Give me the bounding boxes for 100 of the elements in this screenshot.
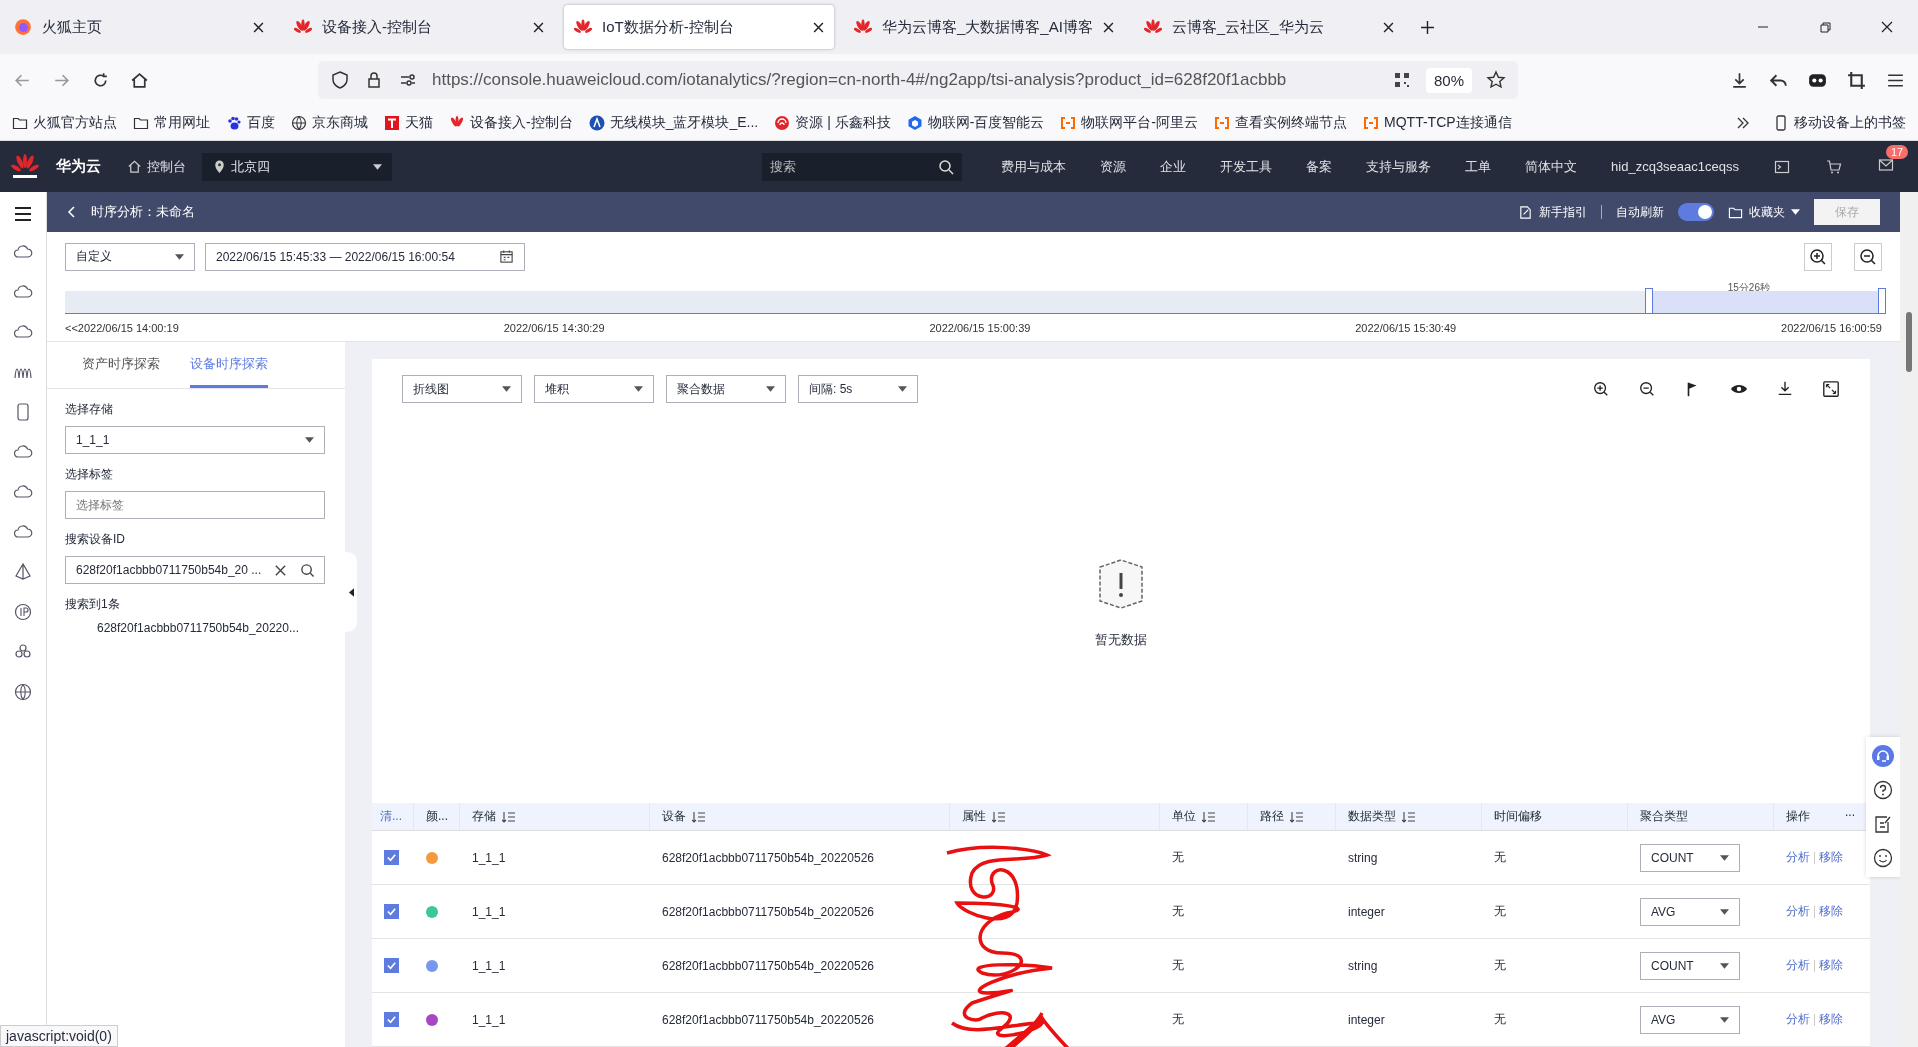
action-link[interactable]: 移除 — [1819, 957, 1843, 974]
bookmark[interactable]: 无线模块_蓝牙模块_E... — [588, 114, 759, 132]
download-icon[interactable] — [1776, 380, 1794, 398]
bookmark[interactable]: 资源 | 乐鑫科技 — [774, 114, 891, 132]
column-header[interactable]: 属性 — [950, 803, 1160, 830]
search-icon[interactable] — [300, 562, 316, 578]
browser-tab[interactable]: 华为云博客_大数据博客_AI博客 — [844, 5, 1124, 49]
nav-link[interactable]: 工单 — [1465, 157, 1492, 176]
column-header[interactable]: 单位 — [1160, 803, 1248, 830]
bookmark[interactable]: 物联网平台-阿里云 — [1060, 114, 1199, 132]
bookmark[interactable]: 火狐官方站点 — [12, 114, 117, 132]
zoom-level-badge[interactable]: 80% — [1425, 67, 1472, 93]
browser-tab[interactable]: IoT数据分析-控制台 — [564, 5, 834, 49]
panel-tab[interactable]: 资产时序探索 — [82, 355, 160, 388]
bookmark[interactable]: 设备接入-控制台 — [449, 114, 573, 132]
new-tab-icon[interactable] — [1419, 19, 1435, 35]
date-range-field[interactable]: 2022/06/15 15:45:33 — 2022/06/15 16:00:54 — [205, 242, 525, 271]
close-icon[interactable] — [1880, 20, 1894, 34]
bookmark[interactable]: 物联网-百度智能云 — [906, 114, 1045, 132]
nav-link[interactable]: 支持与服务 — [1366, 157, 1432, 176]
column-header[interactable]: 清... — [372, 803, 414, 830]
cart-icon[interactable] — [1826, 158, 1842, 175]
zoom-out-icon[interactable] — [1854, 242, 1882, 271]
collapse-handle[interactable] — [345, 552, 357, 632]
brand-name[interactable]: 华为云 — [56, 157, 101, 176]
guide-link[interactable]: 新手指引 — [1518, 203, 1587, 221]
globe-icon[interactable] — [13, 682, 33, 702]
close-icon[interactable] — [1382, 21, 1394, 33]
mail-icon[interactable] — [1878, 157, 1894, 173]
headset-icon[interactable] — [1872, 745, 1894, 767]
nav-link[interactable]: 费用与成本 — [1001, 157, 1067, 176]
aggregation-select[interactable]: AVG — [1640, 897, 1740, 926]
zoom-in-icon[interactable] — [1804, 242, 1832, 271]
more-options[interactable]: ... — [1845, 805, 1855, 819]
panel-tab[interactable]: 设备时序探索 — [190, 355, 268, 388]
zoom-out-icon[interactable] — [1638, 380, 1656, 398]
bookmark[interactable]: 天猫 — [384, 114, 433, 132]
action-link[interactable]: 分析 — [1786, 957, 1810, 974]
terminal-icon[interactable] — [1774, 158, 1790, 175]
sort-icon[interactable] — [1402, 810, 1416, 823]
ip-circle-icon[interactable] — [13, 602, 33, 622]
action-link[interactable]: 分析 — [1786, 903, 1810, 920]
chart-option-select[interactable]: 堆积 — [534, 375, 654, 403]
close-icon[interactable] — [813, 21, 824, 33]
fullscreen-icon[interactable] — [1822, 380, 1840, 398]
device-result-item[interactable]: 628f20f1acbbb0711750b54b_20220... — [65, 621, 299, 635]
row-checkbox[interactable] — [384, 904, 399, 919]
nav-link[interactable]: 企业 — [1160, 157, 1187, 176]
bookmark[interactable]: 常用网址 — [133, 114, 210, 132]
chart-option-select[interactable]: 折线图 — [402, 375, 522, 403]
help-icon[interactable] — [1872, 779, 1894, 801]
bookmark[interactable]: 查看实例终端节点 — [1214, 114, 1348, 132]
device-search-field[interactable]: 628f20f1acbbb0711750b54b_20 ... — [65, 556, 325, 584]
menu-icon[interactable] — [13, 204, 33, 224]
sort-icon[interactable] — [502, 810, 516, 823]
favorites-menu[interactable]: 收藏夹 — [1728, 203, 1800, 221]
column-header[interactable]: 设备 — [650, 803, 950, 830]
column-header[interactable]: 时间偏移 — [1482, 803, 1628, 830]
bookmark[interactable]: MQTT-TCP连接通信 — [1363, 114, 1512, 132]
region-select[interactable]: 北京四 — [202, 152, 392, 181]
aggregation-select[interactable]: COUNT — [1640, 843, 1740, 872]
nav-link[interactable]: 开发工具 — [1220, 157, 1273, 176]
column-header[interactable]: 数据类型 — [1336, 803, 1482, 830]
action-link[interactable]: 移除 — [1819, 849, 1843, 866]
aggregation-select[interactable]: COUNT — [1640, 951, 1740, 980]
column-header[interactable]: 聚合类型 — [1628, 803, 1774, 830]
row-checkbox[interactable] — [384, 958, 399, 973]
browser-tab[interactable]: 火狐主页 — [4, 5, 274, 49]
column-header[interactable]: 存储 — [460, 803, 650, 830]
tent-icon[interactable] — [13, 562, 33, 582]
browser-tab[interactable]: 云博客_云社区_华为云 — [1133, 5, 1404, 49]
action-link[interactable]: 移除 — [1819, 1011, 1843, 1028]
tag-input-field[interactable]: 选择标签 — [65, 491, 325, 519]
chart-option-select[interactable]: 间隔: 5s — [798, 375, 918, 403]
crop-icon[interactable] — [1846, 69, 1867, 91]
chevrons-icon[interactable] — [1735, 115, 1751, 131]
auto-refresh-toggle[interactable] — [1678, 203, 1714, 221]
nav-link[interactable]: hid_zcq3seaac1ceqss — [1611, 159, 1739, 174]
nav-link[interactable]: 资源 — [1100, 157, 1127, 176]
bookmark[interactable]: 京东商城 — [291, 114, 368, 132]
close-icon[interactable] — [1102, 21, 1114, 33]
column-header[interactable]: 颜... — [414, 803, 460, 830]
sort-icon[interactable] — [1202, 810, 1216, 823]
row-checkbox[interactable] — [384, 1012, 399, 1027]
action-link[interactable]: 分析 — [1786, 1011, 1810, 1028]
sort-icon[interactable] — [692, 810, 706, 823]
search-field[interactable]: 搜索 — [762, 152, 963, 181]
column-header[interactable]: 路径 — [1248, 803, 1336, 830]
row-checkbox[interactable] — [384, 850, 399, 865]
browser-tab[interactable]: 设备接入-控制台 — [284, 5, 554, 49]
time-mode-select[interactable]: 自定义 — [65, 242, 195, 271]
console-link[interactable]: 控制台 — [127, 157, 186, 176]
storage-select[interactable]: 1_1_1 — [65, 426, 325, 454]
action-link[interactable]: 分析 — [1786, 849, 1810, 866]
nav-link[interactable]: 简体中文 — [1525, 157, 1578, 176]
sort-icon[interactable] — [1290, 810, 1304, 823]
action-link[interactable]: 移除 — [1819, 903, 1843, 920]
sort-icon[interactable] — [992, 810, 1006, 823]
bookmark[interactable]: 百度 — [226, 114, 275, 132]
address-field[interactable]: https://console.huaweicloud.com/iotanalytics/?region=cn-north-4#/ng2app/tsi-analysis?product_id=628f20f1acbbb 80% — [318, 61, 1518, 99]
